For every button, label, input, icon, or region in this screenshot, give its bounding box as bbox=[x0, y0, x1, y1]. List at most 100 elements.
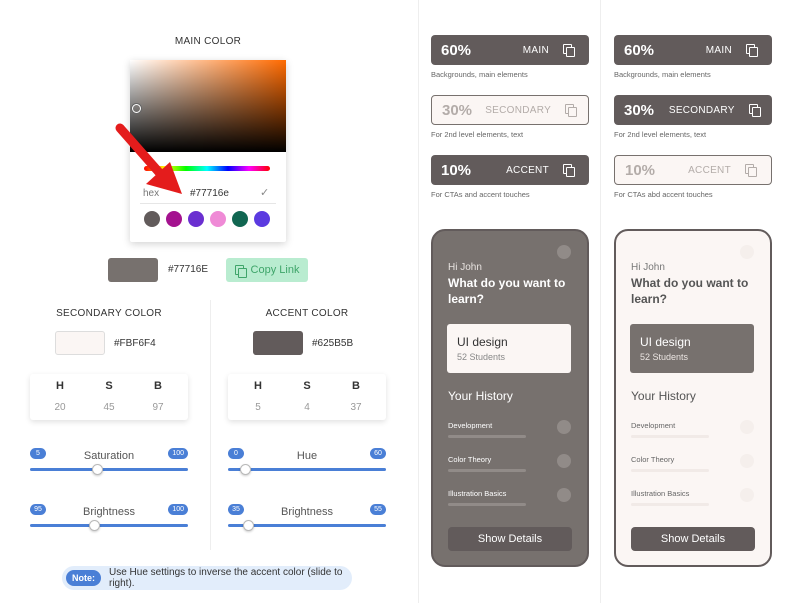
history-progress bbox=[448, 503, 526, 506]
phone-preview-light: Hi John What do you want to learn? UI de… bbox=[614, 229, 772, 567]
role-caption: For CTAs abd accent touches bbox=[614, 190, 713, 199]
slider-label: Saturation bbox=[83, 450, 135, 462]
question: What do you want to learn? bbox=[448, 276, 566, 306]
s-label: S bbox=[303, 380, 311, 392]
course-title: UI design bbox=[640, 335, 691, 349]
hue-slider[interactable]: 0 60 Hue bbox=[228, 448, 386, 475]
history-title: Your History bbox=[448, 389, 513, 403]
note-text: Use Hue settings to inverse the accent c… bbox=[109, 567, 343, 589]
history-toggle[interactable] bbox=[557, 488, 571, 502]
history-item-label: Color Theory bbox=[631, 455, 675, 464]
role-accent[interactable]: 10% ACCENT bbox=[431, 155, 589, 185]
copy-icon[interactable] bbox=[748, 104, 762, 117]
history-progress bbox=[631, 503, 709, 506]
main-color-title: MAIN COLOR bbox=[174, 36, 242, 47]
slider-thumb[interactable] bbox=[240, 464, 252, 475]
role-percent: 60% bbox=[441, 41, 472, 59]
avatar bbox=[740, 245, 754, 259]
b-value[interactable]: 37 bbox=[341, 402, 371, 413]
main-color-hex: #77716E bbox=[168, 264, 209, 275]
history-progress bbox=[448, 435, 526, 438]
course-card[interactable]: UI design 52 Students bbox=[447, 324, 571, 373]
hex-input[interactable]: #77716e bbox=[190, 188, 229, 199]
slider-label: Brightness bbox=[281, 506, 333, 518]
secondary-hsb-card: H 20 S 45 B 97 bbox=[30, 374, 188, 420]
copy-link-button[interactable]: Copy Link bbox=[226, 258, 308, 282]
h-value[interactable]: 20 bbox=[45, 402, 75, 413]
history-item-label: Illustration Basics bbox=[448, 489, 507, 498]
course-students: 52 Students bbox=[640, 352, 689, 362]
preset-swatch[interactable] bbox=[144, 211, 160, 227]
history-toggle[interactable] bbox=[740, 488, 754, 502]
check-icon[interactable]: ✓ bbox=[260, 186, 269, 199]
h-label: H bbox=[56, 380, 64, 392]
role-percent: 30% bbox=[442, 101, 473, 119]
copy-icon[interactable] bbox=[563, 164, 575, 177]
history-toggle[interactable] bbox=[740, 420, 754, 434]
secondary-color-swatch[interactable] bbox=[55, 331, 105, 355]
slider-label: Hue bbox=[296, 450, 318, 462]
history-toggle[interactable] bbox=[557, 420, 571, 434]
secondary-color-hex: #FBF6F4 bbox=[114, 338, 156, 349]
role-caption: For 2nd level elements, text bbox=[614, 130, 707, 139]
role-percent: 10% bbox=[441, 161, 472, 179]
red-arrow-icon bbox=[115, 123, 182, 194]
role-name: SECONDARY bbox=[668, 104, 735, 116]
role-caption: Backgrounds, main elements bbox=[431, 70, 528, 79]
role-percent: 10% bbox=[625, 161, 656, 179]
slider-label: Brightness bbox=[83, 506, 135, 518]
show-details-button[interactable]: Show Details bbox=[448, 527, 572, 551]
h-value[interactable]: 5 bbox=[243, 402, 273, 413]
history-toggle[interactable] bbox=[557, 454, 571, 468]
copy-icon[interactable] bbox=[745, 164, 757, 177]
saturation-slider[interactable]: 5 100 Saturation bbox=[30, 448, 188, 475]
role-percent: 60% bbox=[624, 41, 655, 59]
role-name: ACCENT bbox=[506, 164, 549, 176]
s-value[interactable]: 4 bbox=[292, 402, 322, 413]
divider bbox=[600, 0, 601, 603]
b-label: B bbox=[352, 380, 360, 392]
b-label: B bbox=[154, 380, 162, 392]
preset-swatch[interactable] bbox=[166, 211, 182, 227]
history-toggle[interactable] bbox=[740, 454, 754, 468]
history-item-label: Development bbox=[448, 421, 493, 430]
brightness-slider[interactable]: 35 55 Brightness bbox=[228, 504, 386, 531]
course-card[interactable]: UI design 52 Students bbox=[630, 324, 754, 373]
slider-thumb[interactable] bbox=[91, 464, 103, 475]
slider-track[interactable] bbox=[30, 524, 188, 527]
note-tag: Note: bbox=[66, 570, 101, 586]
accent-hsb-card: H 5 S 4 B 37 bbox=[228, 374, 386, 420]
show-details-button[interactable]: Show Details bbox=[631, 527, 755, 551]
preset-swatch[interactable] bbox=[188, 211, 204, 227]
history-title: Your History bbox=[631, 389, 696, 403]
b-value[interactable]: 97 bbox=[143, 402, 173, 413]
slider-track[interactable] bbox=[228, 468, 386, 471]
role-accent[interactable]: 10% ACCENT bbox=[614, 155, 772, 185]
s-value[interactable]: 45 bbox=[94, 402, 124, 413]
role-main[interactable]: 60% MAIN bbox=[431, 35, 589, 65]
note-bar: Note: Use Hue settings to inverse the ac… bbox=[62, 566, 352, 590]
copy-icon[interactable] bbox=[565, 104, 577, 117]
preset-swatch[interactable] bbox=[232, 211, 248, 227]
hex-underline bbox=[140, 203, 276, 204]
slider-thumb[interactable] bbox=[88, 520, 100, 531]
copy-icon[interactable] bbox=[563, 44, 575, 57]
accent-color-swatch[interactable] bbox=[253, 331, 303, 355]
preset-swatch[interactable] bbox=[210, 211, 226, 227]
copy-icon bbox=[234, 264, 247, 278]
preset-swatches bbox=[144, 211, 270, 227]
greeting: Hi John bbox=[448, 262, 482, 273]
role-main[interactable]: 60% MAIN bbox=[614, 35, 772, 65]
main-color-swatch[interactable] bbox=[108, 258, 158, 282]
slider-thumb[interactable] bbox=[242, 520, 254, 531]
role-name: SECONDARY bbox=[485, 104, 552, 116]
brightness-slider[interactable]: 95 100 Brightness bbox=[30, 504, 188, 531]
copy-icon[interactable] bbox=[746, 44, 758, 57]
slider-track[interactable] bbox=[30, 468, 188, 471]
picker-handle[interactable] bbox=[132, 104, 141, 113]
role-secondary[interactable]: 30% SECONDARY bbox=[614, 95, 772, 125]
preset-swatch[interactable] bbox=[254, 211, 270, 227]
divider bbox=[210, 300, 211, 550]
history-progress bbox=[631, 469, 709, 472]
role-secondary[interactable]: 30% SECONDARY bbox=[431, 95, 589, 125]
